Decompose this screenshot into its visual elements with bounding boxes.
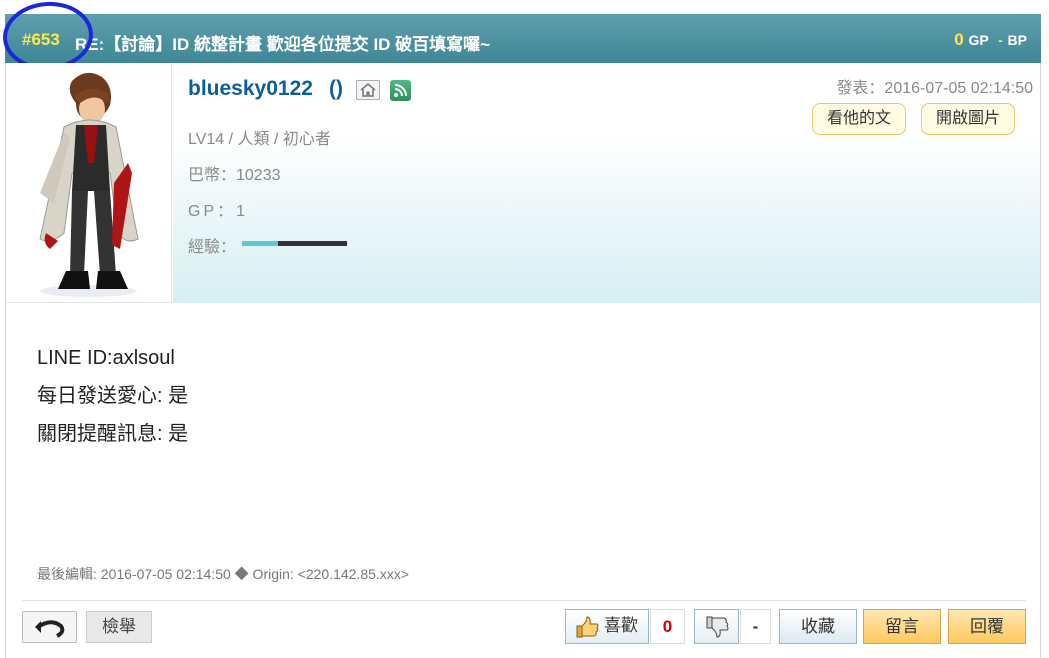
- bp-count: -: [998, 32, 1003, 48]
- thumbs-down-icon: [706, 616, 729, 638]
- back-button[interactable]: [22, 611, 77, 643]
- post-body-line: 每日發送愛心: 是: [37, 385, 189, 407]
- frame-right-border: [1040, 0, 1041, 658]
- user-level: LV14 / 人類 / 初心者: [188, 131, 331, 148]
- post-title[interactable]: RE:【討論】ID 統整計畫 歡迎各位提交 ID 破百填寫囉~: [75, 30, 490, 55]
- back-icon: [35, 620, 65, 638]
- user-coins: 巴幣：10233: [188, 167, 281, 184]
- exp-bar-fill: [242, 241, 278, 246]
- post-body: LINE ID:axlsoul 每日發送愛心: 是 關閉提醒訊息: 是: [37, 339, 188, 453]
- post-score: 0 GP - BP: [954, 30, 1027, 50]
- view-his-posts-button[interactable]: 看他的文: [812, 103, 907, 135]
- footer-divider: [22, 600, 1026, 601]
- like-count: 0: [650, 609, 685, 644]
- dislike-button[interactable]: [694, 609, 739, 644]
- like-label: 喜歡: [604, 616, 638, 635]
- post-body-line: LINE ID:axlsoul: [37, 347, 175, 369]
- report-button[interactable]: 檢舉: [86, 611, 152, 643]
- header-top-gap: [5, 0, 1041, 14]
- home-icon[interactable]: [356, 80, 380, 100]
- thumbs-up-icon: [576, 616, 599, 638]
- edit-info: 最後編輯: 2016-07-05 02:14:50 ◆ Origin: <220…: [37, 566, 409, 582]
- gp-label: GP: [968, 32, 989, 48]
- rss-icon-glyph: [394, 84, 407, 97]
- home-icon-glyph: [360, 82, 376, 97]
- post-header-bar: #653 RE:【討論】ID 統整計畫 歡迎各位提交 ID 破百填寫囉~ 0 G…: [5, 14, 1041, 63]
- dislike-count: -: [740, 609, 771, 644]
- like-button[interactable]: 喜歡: [565, 609, 649, 644]
- post-body-line: 關閉提醒訊息: 是: [37, 423, 189, 445]
- exp-bar: [242, 241, 347, 246]
- comment-button[interactable]: 留言: [863, 609, 941, 644]
- username-paren: (): [329, 77, 343, 100]
- favorite-button[interactable]: 收藏: [779, 609, 857, 644]
- avatar-character-image: [39, 72, 139, 297]
- gp-count: 0: [954, 30, 964, 49]
- bp-label: BP: [1007, 32, 1027, 48]
- exp-label: 經驗：: [188, 239, 237, 256]
- user-gp: GP：1: [188, 203, 249, 220]
- rss-icon[interactable]: [390, 80, 411, 101]
- reply-button[interactable]: 回覆: [948, 609, 1026, 644]
- open-images-button[interactable]: 開啟圖片: [921, 103, 1016, 135]
- post-date: 發表：2016-07-05 02:14:50: [836, 80, 1033, 97]
- username-link[interactable]: bluesky0122: [188, 77, 313, 101]
- avatar[interactable]: [6, 63, 172, 303]
